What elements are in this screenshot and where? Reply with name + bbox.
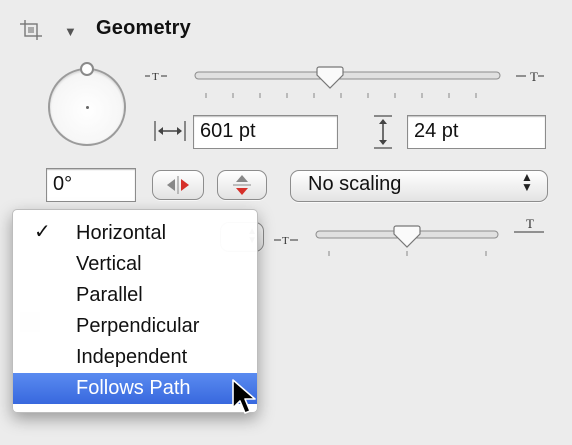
mouse-pointer-icon [232, 379, 256, 414]
flip-vertical-icon [233, 175, 251, 195]
path-size-slider-thumb [393, 225, 421, 248]
size-large-label: T [530, 69, 538, 84]
scaling-popup-label: No scaling [308, 173, 402, 195]
height-field[interactable]: 24 pt [407, 115, 546, 149]
size-small-label: T [152, 71, 159, 83]
menu-item-parallel[interactable]: Parallel [13, 280, 257, 311]
section-title: Geometry [96, 17, 191, 39]
width-field[interactable]: 601 pt [193, 115, 338, 149]
horizontal-resize-icon [154, 121, 186, 141]
flip-horizontal-button[interactable] [152, 170, 204, 200]
size-slider-thumb [316, 66, 344, 89]
rotation-knob-center [86, 106, 89, 109]
rotation-knob-handle[interactable] [80, 62, 94, 76]
menu-item-follows-path[interactable]: Follows Path [13, 373, 257, 404]
path-size-small-label: T [282, 235, 289, 247]
path-size-slider-ticks [328, 251, 487, 256]
menu-item-independent[interactable]: Independent [13, 342, 257, 373]
checkmark-icon: ✓ [34, 221, 51, 243]
flip-vertical-button[interactable] [217, 170, 267, 200]
menu-item-vertical[interactable]: Vertical [13, 249, 257, 280]
popup-arrows-icon: ▲▼ [521, 170, 533, 194]
size-slider-ticks [205, 93, 477, 98]
vertical-resize-icon [374, 115, 392, 149]
flip-horizontal-icon [167, 176, 189, 194]
rotation-angle-field[interactable]: 0° [46, 168, 136, 202]
path-size-large-label: T [526, 216, 534, 231]
size-slider[interactable]: T T [140, 60, 560, 108]
menu-item-perpendicular[interactable]: Perpendicular [13, 311, 257, 342]
disclosure-triangle-down-icon[interactable]: ▼ [64, 24, 77, 39]
path-size-slider[interactable]: T T [270, 212, 560, 264]
geometry-icon [20, 20, 42, 40]
